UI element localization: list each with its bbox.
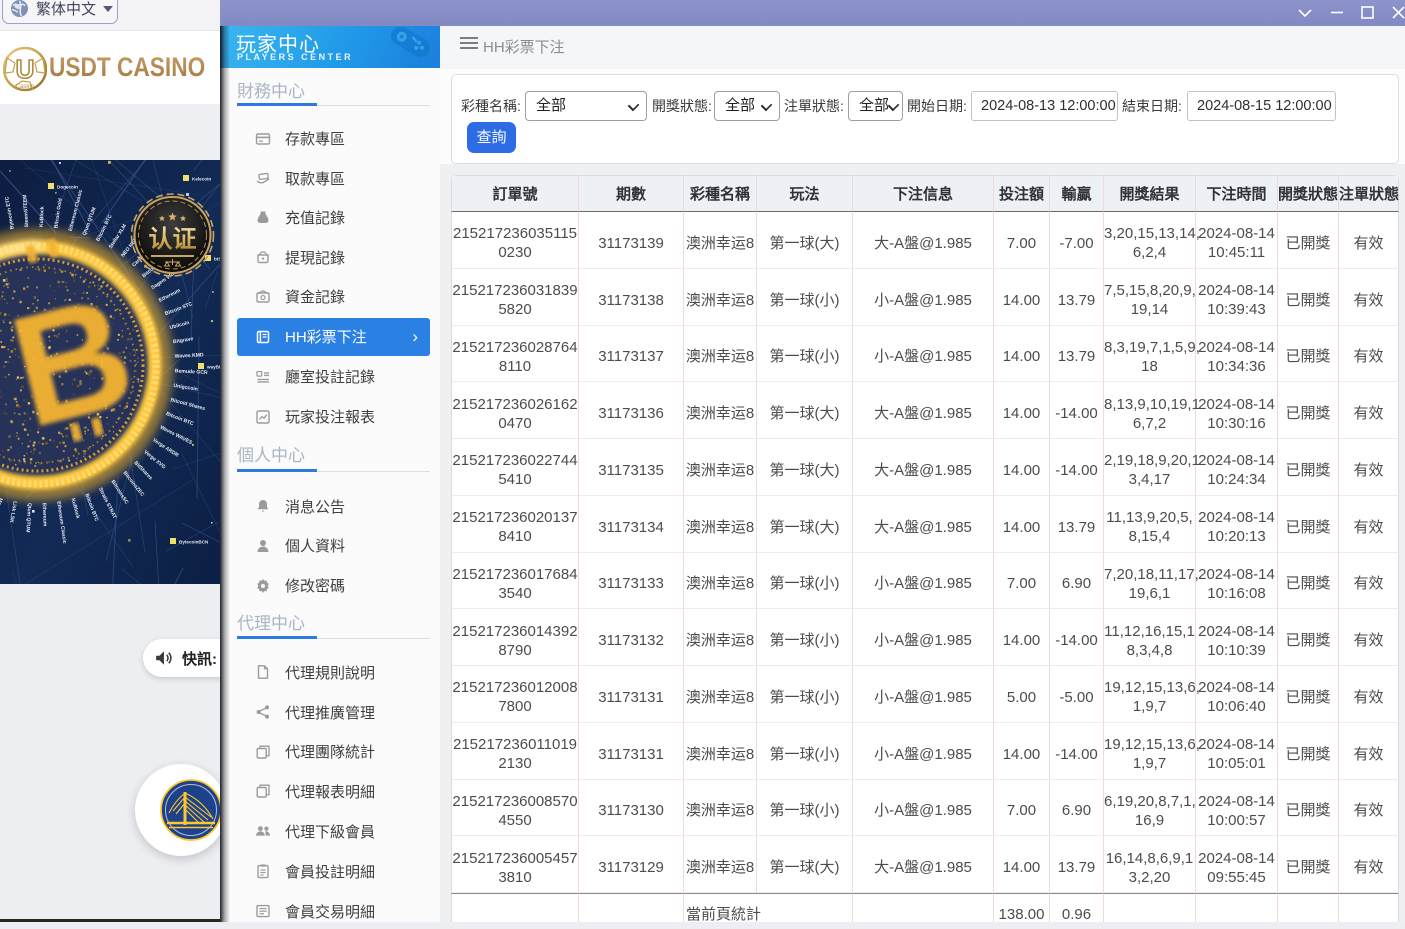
svg-text:Kelecoin: Kelecoin [192, 177, 211, 182]
svg-text:wayBit: wayBit [206, 365, 220, 370]
svg-text:Casino: Casino [16, 84, 35, 90]
svg-text:KuBlock: KuBlock [39, 206, 46, 227]
svg-text:认证: 认证 [149, 226, 197, 253]
svg-text:U: U [16, 54, 35, 84]
svg-text:Ethereum: Ethereum [41, 503, 48, 527]
svg-text:BytecoinBCN: BytecoinBCN [179, 540, 209, 545]
svg-text:Dogecoin: Dogecoin [57, 185, 78, 190]
